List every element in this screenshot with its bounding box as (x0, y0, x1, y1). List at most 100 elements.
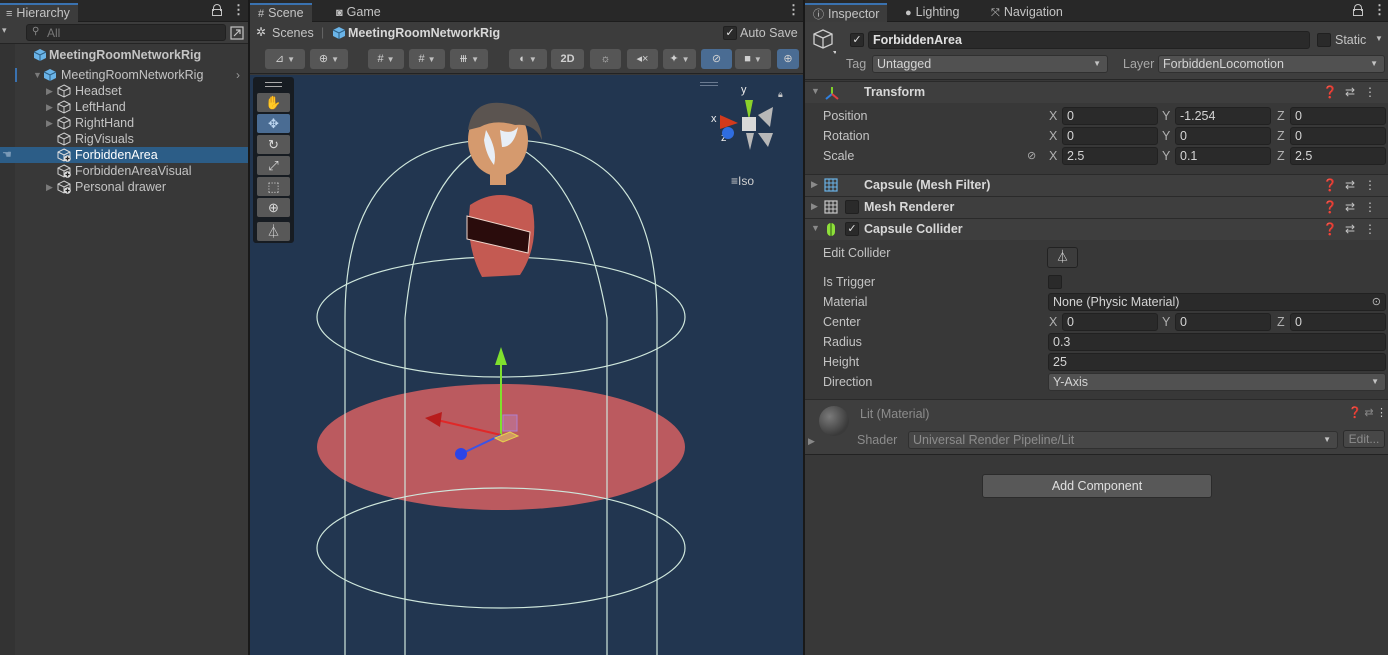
capsule-collider-header[interactable]: ▼ ✓ Capsule Collider ❓ ⇄ ⋮ (805, 218, 1388, 240)
expand-arrow-icon[interactable]: ▶ (811, 179, 818, 190)
mesh-filter-header[interactable]: ▶ Capsule (Mesh Filter) ❓ ⇄ ⋮ (805, 174, 1388, 196)
lock-icon[interactable] (212, 4, 222, 16)
object-picker-icon[interactable]: ⊙ (1372, 294, 1381, 310)
presets-icon[interactable]: ⇄ (1340, 178, 1360, 192)
more-options-icon[interactable]: ⋮ (1376, 406, 1387, 419)
scale-z-input[interactable]: 2.5 (1290, 147, 1386, 165)
expand-arrow-icon[interactable]: ▶ (46, 83, 53, 99)
help-icon[interactable]: ❓ (1320, 85, 1340, 99)
more-options-icon[interactable]: ⋮ (1360, 222, 1380, 236)
hierarchy-item[interactable]: ▶ RightHand (0, 115, 248, 131)
hierarchy-item[interactable]: RigVisuals (0, 131, 248, 147)
breadcrumb-scenes[interactable]: Scenes (272, 26, 314, 40)
hand-tool-button[interactable]: ✋ (257, 93, 290, 112)
more-options-icon[interactable]: ⋮ (232, 3, 245, 16)
tab-navigation[interactable]: ⤧ Navigation (983, 3, 1071, 22)
more-options-icon[interactable]: ⋮ (1360, 178, 1380, 192)
rotation-z-input[interactable]: 0 (1290, 127, 1386, 145)
shading-mode-button[interactable]: ◐ ▼ (509, 49, 547, 69)
rotation-y-input[interactable]: 0 (1175, 127, 1271, 145)
help-icon[interactable]: ❓ (1320, 178, 1340, 192)
capsule-collider-enabled-checkbox[interactable]: ✓ (845, 222, 859, 236)
expand-arrow-icon[interactable]: ▶ (46, 115, 53, 131)
transform-header[interactable]: ▼ Transform ❓ ⇄ ⋮ (805, 81, 1388, 103)
active-checkbox[interactable]: ✓ (850, 33, 864, 47)
center-z-input[interactable]: 0 (1290, 313, 1386, 331)
scene-viewport[interactable]: ✋ ✥ ↻ ⤢ ⬚ ⊕ ⏃ 🔒︎ y x z ≡Iso (250, 75, 803, 655)
grid-snap-button[interactable]: # ▼ (368, 49, 404, 69)
increment-snap-button[interactable]: # ▼ (409, 49, 445, 69)
move-tool-button[interactable]: ✥ (257, 114, 290, 133)
hierarchy-prefab-root[interactable]: MeetingRoomNetworkRig (0, 47, 248, 63)
expand-arrow-icon[interactable]: ▼ (33, 67, 42, 83)
create-dropdown-icon[interactable]: ▾ (2, 25, 7, 36)
gizmos-button[interactable]: ⊕ (777, 49, 799, 69)
help-icon[interactable]: ❓ (1320, 222, 1340, 236)
more-options-icon[interactable]: ⋮ (1360, 200, 1380, 214)
orientation-gizmo[interactable]: 🔒︎ y x z ≡Iso (698, 80, 803, 190)
expand-arrow-icon[interactable]: ▶ (46, 99, 53, 115)
presets-icon[interactable]: ⇄ (1340, 222, 1360, 236)
hierarchy-item-selected[interactable]: ☚ ForbiddenArea (0, 147, 248, 163)
tag-dropdown[interactable]: Untagged ▼ (872, 55, 1108, 73)
scale-y-input[interactable]: 0.1 (1175, 147, 1271, 165)
radius-input[interactable]: 0.3 (1048, 333, 1386, 351)
scene-visibility-button[interactable]: ⊘ (701, 49, 732, 69)
lighting-toggle-button[interactable]: ☼ (590, 49, 621, 69)
more-options-icon[interactable]: ⋮ (1373, 3, 1386, 16)
edit-shader-button[interactable]: Edit... (1343, 430, 1385, 448)
hierarchy-item[interactable]: ▼ MeetingRoomNetworkRig › (0, 67, 248, 83)
expand-arrow-icon[interactable]: ▶ (46, 179, 53, 195)
add-component-button[interactable]: Add Component (982, 474, 1212, 498)
rotate-tool-button[interactable]: ↻ (257, 135, 290, 154)
projection-toggle[interactable]: ≡Iso (731, 174, 754, 188)
layer-dropdown[interactable]: ForbiddenLocomotion ▼ (1158, 55, 1385, 73)
lock-icon[interactable] (1353, 4, 1363, 16)
more-options-icon[interactable]: ⋮ (787, 3, 800, 16)
open-scene-icon[interactable] (230, 26, 244, 40)
static-checkbox[interactable] (1317, 33, 1331, 47)
tab-scene[interactable]: # Scene (250, 3, 312, 22)
mesh-renderer-enabled-checkbox[interactable] (845, 200, 859, 214)
drag-handle-icon[interactable] (265, 82, 282, 87)
toggle-2d-button[interactable]: 2D (551, 49, 584, 69)
constrain-proportions-icon[interactable]: ⊘ (1027, 149, 1036, 162)
is-trigger-checkbox[interactable] (1048, 275, 1062, 289)
gizmo-drag-handle-icon[interactable] (700, 82, 718, 86)
presets-icon[interactable]: ⇄ (1362, 406, 1376, 419)
tab-inspector[interactable]: ⓘ Inspector (805, 3, 888, 22)
open-prefab-chevron-icon[interactable]: › (236, 67, 240, 83)
hierarchy-item[interactable]: ▶ Headset (0, 83, 248, 99)
center-y-input[interactable]: 0 (1175, 313, 1271, 331)
help-icon[interactable]: ❓ (1348, 406, 1362, 419)
static-dropdown-icon[interactable]: ▼ (1375, 34, 1383, 43)
mesh-renderer-header[interactable]: ▶ Mesh Renderer ❓ ⇄ ⋮ (805, 196, 1388, 218)
help-icon[interactable]: ❓ (1320, 200, 1340, 214)
draw-mode-button[interactable]: ⊿ ▼ (265, 49, 305, 69)
position-z-input[interactable]: 0 (1290, 107, 1386, 125)
edit-collider-tool-button[interactable]: ⏃ (257, 222, 290, 241)
center-x-input[interactable]: 0 (1062, 313, 1158, 331)
position-y-input[interactable]: -1.254 (1175, 107, 1271, 125)
presets-icon[interactable]: ⇄ (1340, 200, 1360, 214)
shader-dropdown[interactable]: Universal Render Pipeline/Lit ▼ (908, 431, 1338, 449)
hierarchy-search-input[interactable]: ⚲ All (26, 24, 226, 41)
hierarchy-item[interactable]: ▶ Personal drawer (0, 179, 248, 195)
scale-x-input[interactable]: 2.5 (1062, 147, 1158, 165)
scale-tool-button[interactable]: ⤢ (257, 156, 290, 175)
collapse-arrow-icon[interactable]: ▼ (811, 223, 820, 233)
height-input[interactable]: 25 (1048, 353, 1386, 371)
expand-arrow-icon[interactable]: ▶ (808, 436, 815, 447)
hierarchy-item[interactable]: ForbiddenAreaVisual (0, 163, 248, 179)
effects-button[interactable]: ✦ ▼ (663, 49, 696, 69)
auto-save-checkbox[interactable]: ✓ (723, 26, 737, 40)
edit-collider-button[interactable]: ⏃ (1047, 247, 1078, 268)
collapse-arrow-icon[interactable]: ▼ (811, 86, 820, 96)
transform-tool-button[interactable]: ⊕ (257, 198, 290, 217)
tab-hierarchy[interactable]: ≡ Hierarchy (0, 3, 78, 22)
snap-settings-button[interactable]: ⧻ ▼ (450, 49, 488, 69)
hierarchy-item[interactable]: ▶ LeftHand (0, 99, 248, 115)
rect-tool-button[interactable]: ⬚ (257, 177, 290, 196)
position-x-input[interactable]: 0 (1062, 107, 1158, 125)
global-local-button[interactable]: ⊕ ▼ (310, 49, 348, 69)
